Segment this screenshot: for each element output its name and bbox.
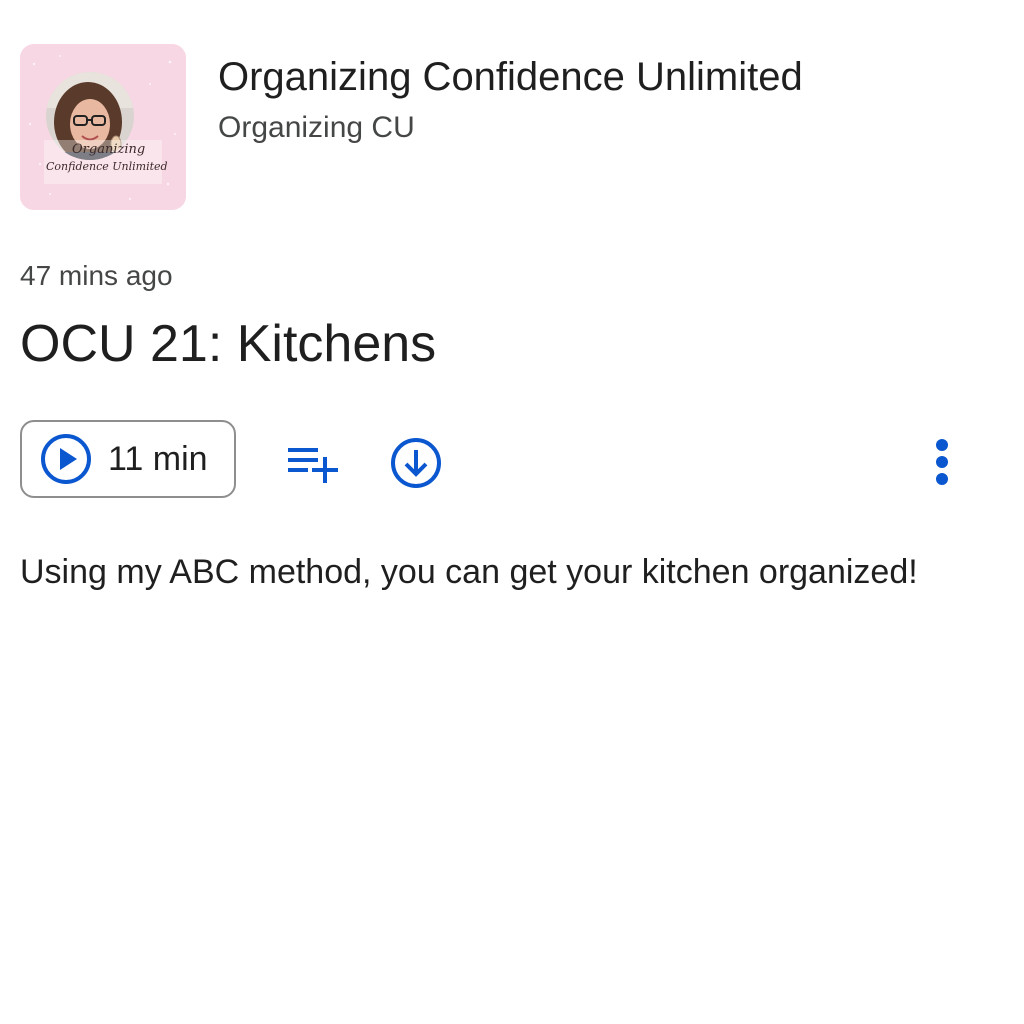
podcast-artwork-image — [20, 44, 186, 210]
episode-title: OCU 21: Kitchens — [20, 315, 437, 373]
play-circle-icon — [41, 434, 91, 484]
artwork-text-line1: Organizing — [72, 142, 146, 157]
playlist-add-icon[interactable] — [282, 436, 342, 486]
play-button[interactable]: 11 min — [20, 420, 236, 498]
podcast-artwork[interactable]: Organizing Confidence Unlimited — [20, 44, 186, 210]
artwork-text-line2: Confidence Unlimited — [46, 160, 168, 173]
episode-description: Using my ABC method, you can get your ki… — [20, 553, 918, 591]
download-circle-icon[interactable] — [388, 435, 444, 491]
more-vert-icon[interactable] — [918, 436, 966, 488]
episode-date: 47 mins ago — [20, 260, 173, 291]
show-publisher[interactable]: Organizing CU — [218, 110, 415, 146]
episode-duration: 11 min — [108, 440, 208, 478]
show-title[interactable]: Organizing Confidence Unlimited — [218, 54, 803, 100]
